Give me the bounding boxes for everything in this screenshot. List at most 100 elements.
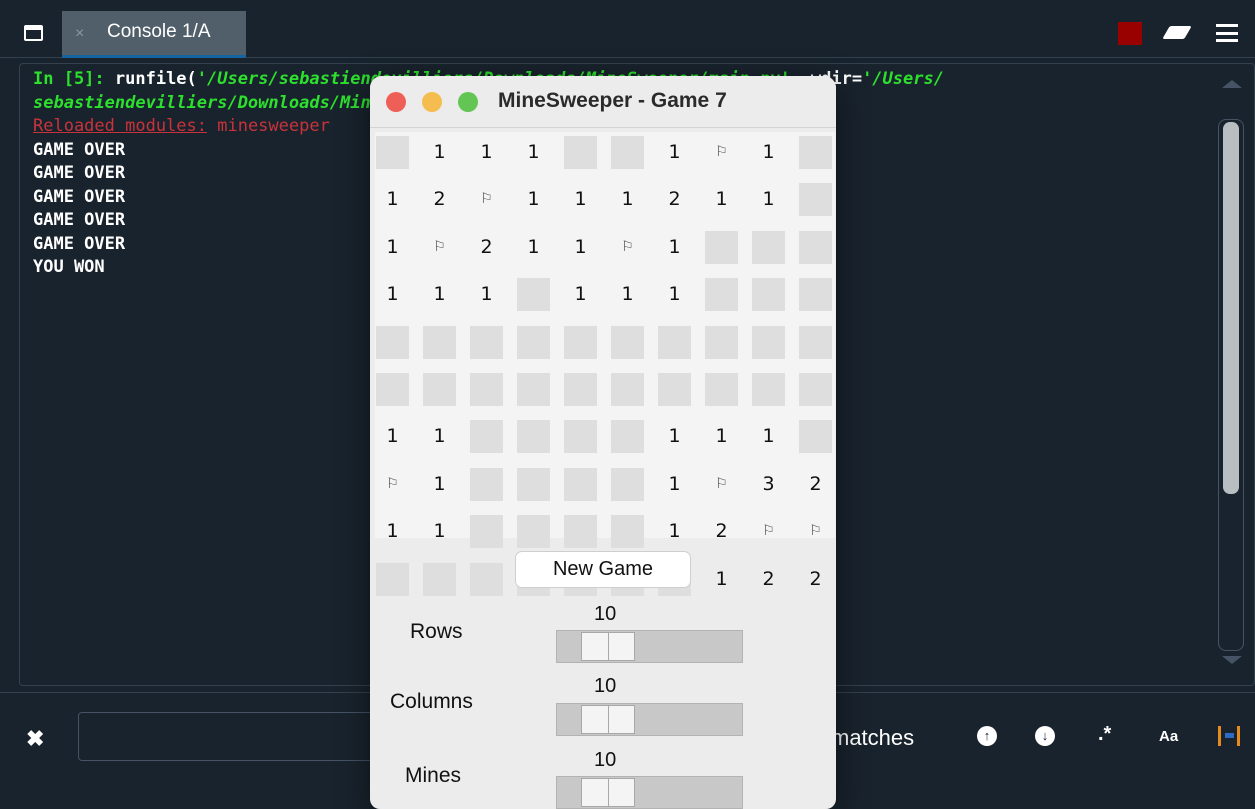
hidden-cell[interactable]: [470, 373, 503, 406]
revealed-cell[interactable]: 2: [705, 515, 738, 548]
hidden-cell[interactable]: [564, 136, 597, 169]
hidden-cell[interactable]: [752, 373, 785, 406]
hidden-cell[interactable]: [564, 373, 597, 406]
hidden-cell[interactable]: [423, 325, 456, 359]
flag-icon[interactable]: ⚐: [705, 136, 738, 169]
tab-console[interactable]: × Console 1/A: [62, 11, 246, 58]
revealed-cell[interactable]: 1: [752, 183, 785, 216]
hidden-cell[interactable]: [517, 325, 550, 359]
hidden-cell[interactable]: [611, 420, 644, 454]
hidden-cell[interactable]: [799, 230, 832, 264]
revealed-cell[interactable]: 1: [705, 183, 738, 216]
stop-icon[interactable]: [1118, 22, 1142, 45]
hidden-cell[interactable]: [470, 562, 503, 596]
hidden-cell[interactable]: [799, 183, 832, 217]
columns-slider[interactable]: [556, 703, 743, 736]
find-next-icon[interactable]: ↓: [1035, 726, 1055, 746]
hidden-cell[interactable]: [423, 562, 456, 596]
revealed-cell[interactable]: 1: [658, 468, 691, 501]
hidden-cell[interactable]: [705, 373, 738, 406]
revealed-cell[interactable]: 1: [564, 278, 597, 311]
revealed-cell[interactable]: 2: [423, 183, 456, 216]
revealed-cell[interactable]: 1: [517, 136, 550, 169]
scroll-up-arrow-icon[interactable]: [1222, 80, 1242, 88]
revealed-cell[interactable]: 1: [705, 420, 738, 453]
hidden-cell[interactable]: [517, 373, 550, 406]
hidden-cell[interactable]: [376, 562, 409, 596]
hidden-cell[interactable]: [658, 373, 691, 406]
mines-slider-handle[interactable]: [581, 778, 635, 807]
revealed-cell[interactable]: 1: [376, 420, 409, 453]
hidden-cell[interactable]: [470, 420, 503, 454]
revealed-cell[interactable]: 1: [423, 136, 456, 169]
hidden-cell[interactable]: [611, 467, 644, 501]
window-titlebar[interactable]: MineSweeper - Game 7: [370, 76, 836, 128]
scrollbar-thumb[interactable]: [1223, 122, 1239, 494]
mines-slider[interactable]: [556, 776, 743, 809]
revealed-cell[interactable]: 1: [423, 515, 456, 548]
hidden-cell[interactable]: [611, 325, 644, 359]
flag-icon[interactable]: ⚐: [470, 183, 503, 216]
scroll-down-arrow-icon[interactable]: [1222, 656, 1242, 664]
hidden-cell[interactable]: [752, 278, 785, 312]
hidden-cell[interactable]: [658, 325, 691, 359]
hidden-cell[interactable]: [752, 230, 785, 264]
revealed-cell[interactable]: 1: [658, 420, 691, 453]
hidden-cell[interactable]: [470, 325, 503, 359]
revealed-cell[interactable]: 2: [658, 183, 691, 216]
hidden-cell[interactable]: [564, 515, 597, 549]
zoom-window-icon[interactable]: [458, 92, 478, 112]
revealed-cell[interactable]: 1: [470, 136, 503, 169]
close-find-icon[interactable]: ✖: [26, 726, 44, 752]
revealed-cell[interactable]: 1: [376, 278, 409, 311]
hidden-cell[interactable]: [517, 467, 550, 501]
rows-slider-handle[interactable]: [581, 632, 635, 661]
hidden-cell[interactable]: [799, 278, 832, 312]
hidden-cell[interactable]: [376, 325, 409, 359]
whole-word-toggle-icon[interactable]: [1218, 726, 1240, 746]
flag-icon[interactable]: ⚐: [705, 468, 738, 501]
hidden-cell[interactable]: [564, 325, 597, 359]
revealed-cell[interactable]: 1: [423, 468, 456, 501]
revealed-cell[interactable]: 2: [752, 563, 785, 596]
hidden-cell[interactable]: [376, 136, 409, 169]
hidden-cell[interactable]: [799, 373, 832, 406]
hidden-cell[interactable]: [470, 467, 503, 501]
hidden-cell[interactable]: [517, 420, 550, 454]
case-sensitive-toggle-icon[interactable]: Aa: [1159, 728, 1178, 745]
rows-slider[interactable]: [556, 630, 743, 663]
revealed-cell[interactable]: 1: [517, 183, 550, 216]
hidden-cell[interactable]: [611, 136, 644, 169]
flag-icon[interactable]: ⚐: [611, 231, 644, 264]
revealed-cell[interactable]: 2: [799, 563, 832, 596]
revealed-cell[interactable]: 1: [752, 420, 785, 453]
revealed-cell[interactable]: 1: [376, 231, 409, 264]
flag-icon[interactable]: ⚐: [752, 515, 785, 548]
revealed-cell[interactable]: 1: [752, 136, 785, 169]
flag-icon[interactable]: ⚐: [423, 231, 456, 264]
hidden-cell[interactable]: [705, 325, 738, 359]
hidden-cell[interactable]: [517, 278, 550, 312]
hamburger-menu-icon[interactable]: [1216, 24, 1238, 42]
hidden-cell[interactable]: [705, 278, 738, 312]
revealed-cell[interactable]: 1: [611, 278, 644, 311]
flag-icon[interactable]: ⚐: [799, 515, 832, 548]
window-icon[interactable]: [24, 25, 43, 41]
new-game-button[interactable]: New Game: [515, 551, 691, 588]
hidden-cell[interactable]: [611, 515, 644, 549]
hidden-cell[interactable]: [376, 373, 409, 406]
vertical-scrollbar[interactable]: [1218, 119, 1244, 651]
revealed-cell[interactable]: 3: [752, 468, 785, 501]
revealed-cell[interactable]: 1: [611, 183, 644, 216]
hidden-cell[interactable]: [564, 420, 597, 454]
hidden-cell[interactable]: [423, 373, 456, 406]
revealed-cell[interactable]: 2: [799, 468, 832, 501]
regex-toggle-icon[interactable]: .*: [1098, 723, 1111, 746]
flag-icon[interactable]: ⚐: [376, 468, 409, 501]
revealed-cell[interactable]: 1: [658, 136, 691, 169]
revealed-cell[interactable]: 1: [423, 420, 456, 453]
hidden-cell[interactable]: [470, 515, 503, 549]
revealed-cell[interactable]: 1: [376, 515, 409, 548]
revealed-cell[interactable]: 1: [658, 231, 691, 264]
revealed-cell[interactable]: 2: [470, 231, 503, 264]
